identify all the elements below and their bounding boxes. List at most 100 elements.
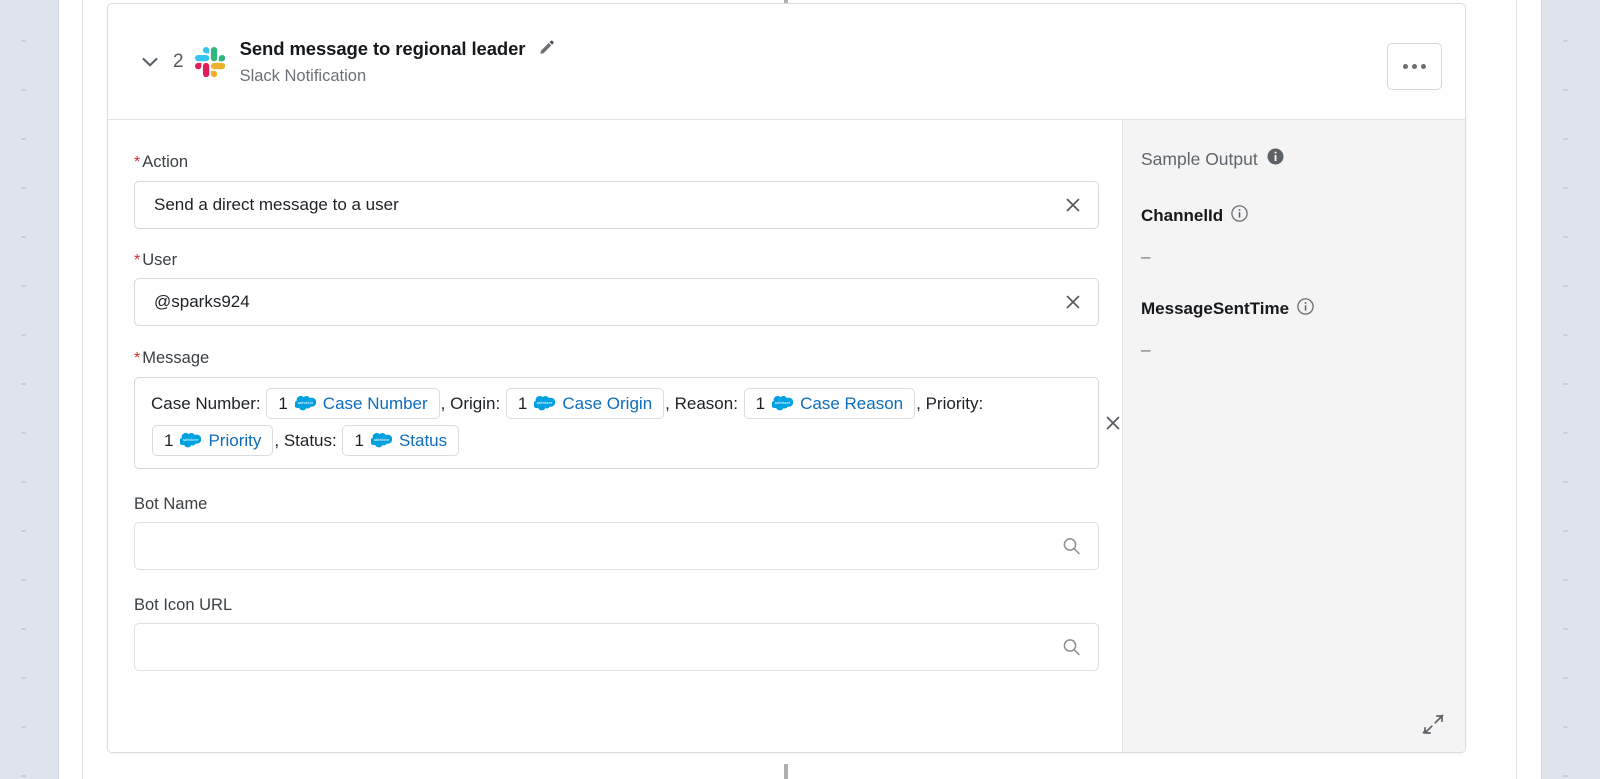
field-bot-name: Bot Name [134, 495, 1122, 570]
rail-dot [1563, 481, 1568, 483]
sample-output-list: ChannelId – MessageSentTime – [1141, 205, 1465, 360]
svg-text:salesforce: salesforce [183, 438, 199, 442]
rail-dot [21, 579, 26, 581]
user-input[interactable]: @sparks924 [134, 278, 1099, 326]
rail-dot [21, 383, 26, 385]
action-label-text: Action [142, 153, 188, 171]
rail-dot [1563, 628, 1568, 630]
rail-dot [1563, 236, 1568, 238]
rail-dot [21, 89, 26, 91]
bot-icon-url-input[interactable] [134, 623, 1099, 671]
bot-icon-url-label: Bot Icon URL [134, 596, 1122, 614]
sample-output-item: ChannelId – [1141, 205, 1465, 267]
rail-dot [21, 530, 26, 532]
svg-text:salesforce: salesforce [775, 401, 791, 405]
rail-dot [1563, 775, 1568, 777]
slack-logo-icon [195, 47, 225, 77]
ellipsis-dot [1412, 64, 1417, 69]
required-marker: * [134, 154, 140, 171]
rail-dot [21, 285, 26, 287]
action-label: *Action [134, 153, 1122, 172]
rail-dot [1563, 89, 1568, 91]
salesforce-cloud-icon: salesforce [180, 432, 201, 448]
step-header-text: Send message to regional leader Slack No… [240, 38, 1443, 86]
action-value: Send a direct message to a user [154, 195, 399, 215]
info-outline-icon[interactable] [1231, 205, 1248, 227]
rail-dot [1563, 187, 1568, 189]
rail-dot [1563, 579, 1568, 581]
sample-output-value: – [1141, 340, 1465, 360]
info-filled-icon[interactable] [1267, 148, 1284, 170]
chip-label: Case Number [323, 395, 428, 412]
svg-text:salesforce: salesforce [537, 401, 553, 405]
field-bot-icon-url: Bot Icon URL [134, 596, 1122, 671]
rail-dot [1563, 677, 1568, 679]
rail-dot [21, 187, 26, 189]
chip-index: 1 [756, 395, 765, 412]
expand-arrows-icon[interactable] [1422, 713, 1444, 735]
user-label-text: User [142, 251, 177, 269]
rail-dot [1563, 40, 1568, 42]
message-merge-field-chip[interactable]: 1 salesforce Case Origin [506, 388, 664, 419]
chip-index: 1 [164, 432, 173, 449]
bot-name-label: Bot Name [134, 495, 1122, 513]
sample-output-title: Sample Output [1141, 149, 1258, 170]
rail-dot [21, 775, 26, 777]
user-label: *User [134, 251, 1122, 270]
message-text-segment: , Priority: [916, 395, 988, 412]
chip-label: Case Reason [800, 395, 903, 412]
left-rail [0, 0, 59, 779]
rail-dot [21, 481, 26, 483]
right-rail [1541, 0, 1600, 779]
action-input[interactable]: Send a direct message to a user [134, 181, 1099, 229]
step-more-options-button[interactable] [1387, 43, 1442, 90]
sample-output-item: MessageSentTime – [1141, 298, 1465, 360]
rail-dot [21, 334, 26, 336]
svg-text:salesforce: salesforce [374, 438, 390, 442]
salesforce-cloud-icon: salesforce [295, 395, 316, 411]
rail-dot [1563, 530, 1568, 532]
message-label: *Message [134, 349, 1122, 368]
message-merge-field-chip[interactable]: 1 salesforce Case Number [266, 388, 439, 419]
rail-dot [1563, 383, 1568, 385]
sample-output-key-row: MessageSentTime [1141, 298, 1465, 320]
message-input[interactable]: Case Number: 1salesforceCase Number, Ori… [134, 377, 1099, 469]
rail-dot [21, 432, 26, 434]
required-marker: * [134, 350, 140, 367]
svg-text:salesforce: salesforce [297, 401, 313, 405]
rail-dot [21, 628, 26, 630]
field-user: *User @sparks924 [134, 251, 1122, 327]
message-merge-field-chip[interactable]: 1salesforceStatus [342, 425, 459, 456]
salesforce-cloud-icon: salesforce [534, 395, 555, 411]
chip-index: 1 [354, 432, 363, 449]
sample-output-key: ChannelId [1141, 206, 1223, 226]
step-card-header: 2 Send message [108, 4, 1465, 120]
close-icon[interactable] [1064, 293, 1082, 311]
ellipsis-dot [1403, 64, 1408, 69]
pencil-icon[interactable] [536, 39, 556, 59]
salesforce-cloud-icon: salesforce [772, 395, 793, 411]
step-card-body: *Action Send a direct message to a user … [108, 120, 1465, 753]
search-icon[interactable] [1062, 536, 1081, 555]
close-icon[interactable] [1064, 196, 1082, 214]
chip-index: 1 [278, 395, 287, 412]
message-merge-field-chip[interactable]: 1salesforcePriority [152, 425, 273, 456]
required-marker: * [134, 252, 140, 269]
bot-name-input[interactable] [134, 522, 1099, 570]
chip-index: 1 [518, 395, 527, 412]
rail-dot [1563, 138, 1568, 140]
form-pane: *Action Send a direct message to a user … [108, 120, 1122, 753]
message-merge-field-chip[interactable]: 1 salesforce Case Reason [744, 388, 915, 419]
rail-dot [21, 726, 26, 728]
sample-output-value: – [1141, 247, 1465, 267]
message-text-segment: , Reason: [665, 395, 743, 412]
close-icon[interactable] [1104, 414, 1122, 432]
info-outline-icon[interactable] [1297, 298, 1314, 320]
chip-label: Case Origin [562, 395, 652, 412]
rail-dot [21, 677, 26, 679]
search-icon[interactable] [1062, 638, 1081, 657]
ellipsis-dot [1421, 64, 1426, 69]
right-gutter-line [1516, 0, 1517, 779]
chevron-down-icon[interactable] [135, 47, 165, 77]
sample-output-key: MessageSentTime [1141, 299, 1289, 319]
